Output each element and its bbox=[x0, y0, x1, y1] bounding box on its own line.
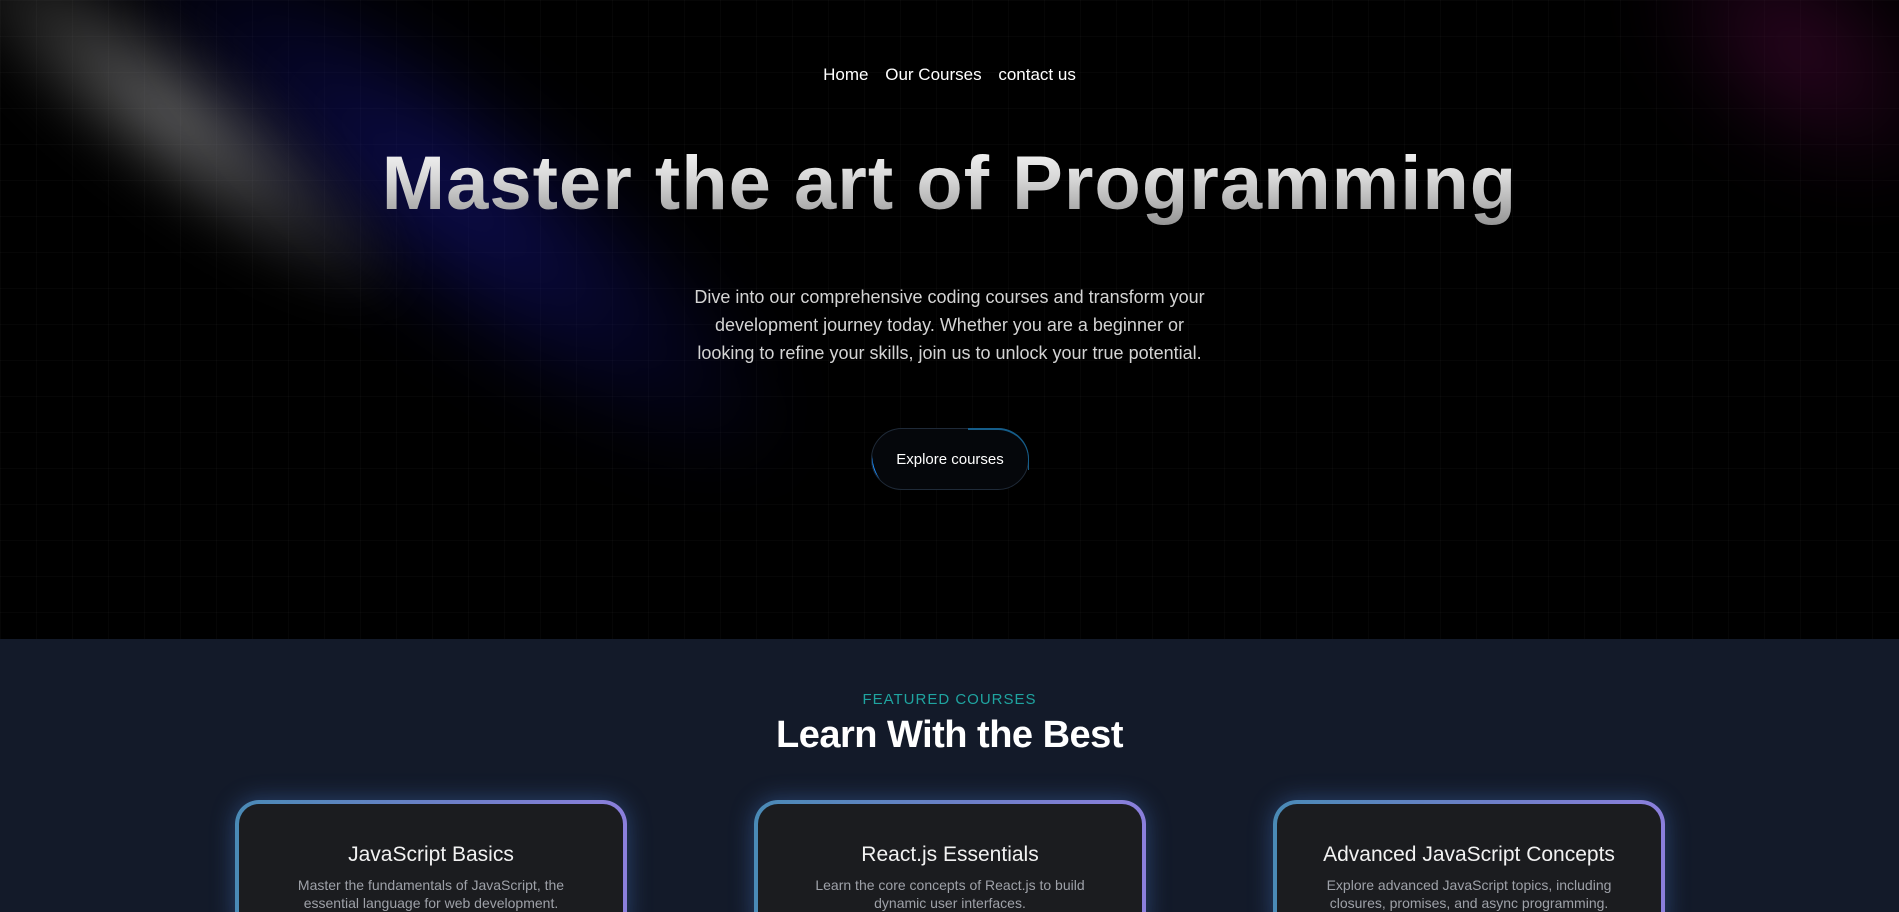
nav-home-link[interactable]: Home bbox=[823, 63, 868, 87]
course-card-description: Explore advanced JavaScript topics, incl… bbox=[1326, 877, 1612, 911]
course-card-body: React.js Essentials Learn the core conce… bbox=[758, 804, 1142, 912]
course-card-title: JavaScript Basics bbox=[348, 843, 514, 866]
course-card-body: JavaScript Basics Master the fundamental… bbox=[239, 804, 623, 912]
hero-description: Dive into our comprehensive coding cours… bbox=[694, 287, 1205, 363]
course-card-javascript-basics[interactable]: JavaScript Basics Master the fundamental… bbox=[235, 800, 627, 912]
course-card-title: React.js Essentials bbox=[861, 843, 1039, 866]
course-card-react-essentials[interactable]: React.js Essentials Learn the core conce… bbox=[754, 800, 1146, 912]
course-card-title: Advanced JavaScript Concepts bbox=[1323, 843, 1615, 866]
course-card-body: Advanced JavaScript Concepts Explore adv… bbox=[1277, 804, 1661, 912]
hero-title: Master the art of Programming bbox=[0, 138, 1899, 230]
main-nav: Home Our Courses contact us bbox=[0, 63, 1899, 87]
section-eyebrow: FEATURED COURSES bbox=[862, 691, 1037, 708]
course-card-description: Master the fundamentals of JavaScript, t… bbox=[297, 877, 565, 911]
hero-section: Home Our Courses contact us Master the a… bbox=[0, 0, 1899, 639]
course-card-advanced-javascript[interactable]: Advanced JavaScript Concepts Explore adv… bbox=[1273, 800, 1665, 912]
featured-courses-section: FEATURED COURSES Learn With the Best Jav… bbox=[0, 639, 1899, 912]
section-title: Learn With the Best bbox=[776, 714, 1123, 756]
explore-courses-button[interactable]: Explore courses bbox=[871, 428, 1029, 490]
explore-courses-label: Explore courses bbox=[896, 450, 1004, 468]
nav-contact-link[interactable]: contact us bbox=[998, 63, 1076, 87]
nav-our-courses-link[interactable]: Our Courses bbox=[885, 63, 981, 87]
course-card-description: Learn the core concepts of React.js to b… bbox=[815, 877, 1085, 911]
